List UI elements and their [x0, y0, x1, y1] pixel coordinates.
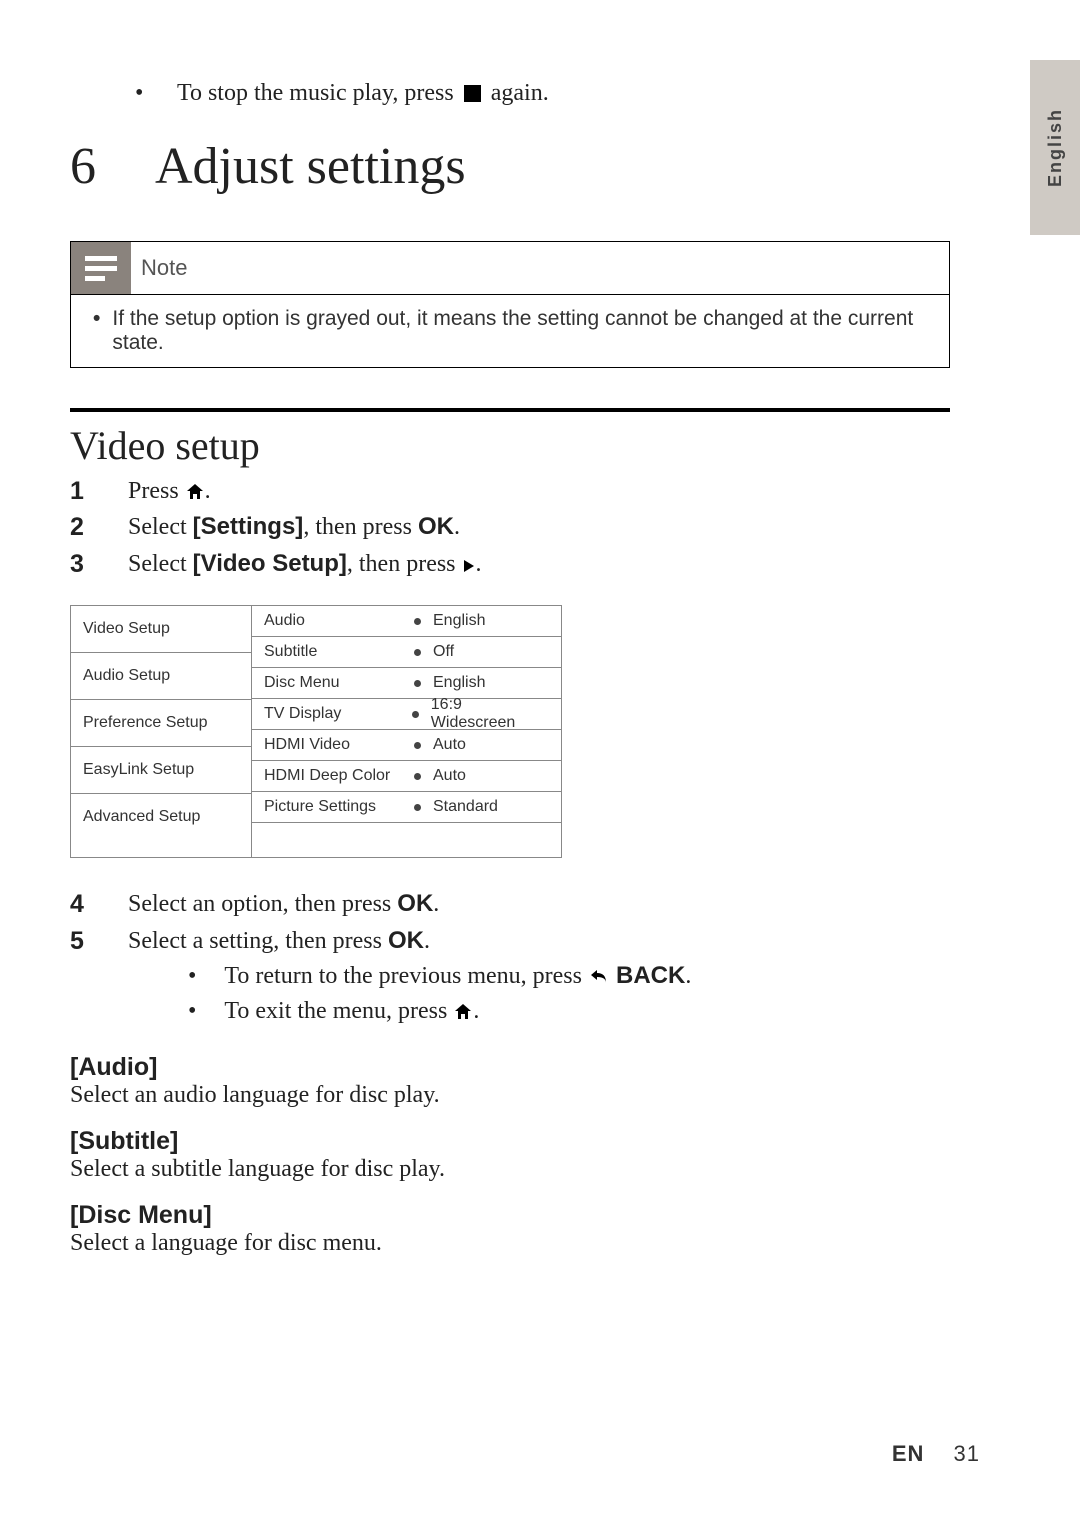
dot-icon — [414, 680, 421, 687]
step-1: Press . — [70, 475, 950, 507]
intro-text-after: again. — [491, 80, 549, 106]
section-heading: Video setup — [70, 422, 950, 469]
sub-bullet: •To return to the previous menu, press B… — [188, 960, 950, 992]
language-tab: English — [1030, 60, 1080, 235]
note-header: Note — [71, 242, 949, 295]
language-tab-label: English — [1045, 108, 1066, 187]
steps-list: Press . Select [Settings], then press OK… — [70, 475, 950, 580]
footer-page-number: 31 — [954, 1441, 980, 1466]
settings-menu: Video Setup Audio Setup Preference Setup… — [70, 605, 562, 858]
step-4: Select an option, then press OK. — [70, 888, 950, 920]
option-title: [Audio] — [70, 1053, 950, 1082]
dot-icon — [414, 618, 421, 625]
option-title: [Subtitle] — [70, 1127, 950, 1156]
option-desc: Select a subtitle language for disc play… — [70, 1156, 950, 1183]
horizontal-rule — [70, 408, 950, 412]
option-audio: [Audio] Select an audio language for dis… — [70, 1053, 950, 1109]
menu-row: Disc MenuEnglish — [252, 668, 561, 699]
note-body: • If the setup option is grayed out, it … — [71, 295, 949, 355]
option-desc: Select a language for disc menu. — [70, 1230, 950, 1257]
chapter-heading: 6Adjust settings — [70, 137, 950, 196]
note-text: If the setup option is grayed out, it me… — [112, 307, 941, 355]
note-title: Note — [141, 255, 187, 281]
menu-left-item: Advanced Setup — [71, 794, 251, 840]
menu-row: AudioEnglish — [252, 606, 561, 637]
steps-list-continued: Select an option, then press OK. Select … — [70, 888, 950, 1028]
chapter-title: Adjust settings — [155, 138, 466, 195]
dot-icon — [414, 742, 421, 749]
menu-left-item: Video Setup — [71, 606, 251, 653]
dot-icon — [412, 711, 419, 718]
menu-row: HDMI VideoAuto — [252, 730, 561, 761]
dot-icon — [414, 804, 421, 811]
bullet-icon: • — [188, 963, 196, 989]
sub-bullet: •To exit the menu, press . — [188, 995, 950, 1027]
menu-row-empty — [252, 823, 561, 857]
menu-left: Video Setup Audio Setup Preference Setup… — [71, 606, 252, 857]
page: English • To stop the music play, press … — [0, 0, 1080, 1522]
chapter-number: 6 — [70, 137, 155, 196]
back-icon — [588, 963, 610, 989]
page-footer: EN 31 — [892, 1441, 980, 1467]
menu-right: AudioEnglish SubtitleOff Disc MenuEnglis… — [252, 606, 561, 857]
menu-left-item: Audio Setup — [71, 653, 251, 700]
home-icon — [453, 998, 473, 1024]
intro-bullet: • To stop the music play, press again. — [135, 80, 950, 107]
stop-icon — [464, 85, 481, 102]
step-5-sub-bullets: •To return to the previous menu, press B… — [188, 960, 950, 1028]
bullet-icon: • — [188, 998, 196, 1024]
option-desc: Select an audio language for disc play. — [70, 1082, 950, 1109]
menu-left-item: EasyLink Setup — [71, 747, 251, 794]
bullet-icon: • — [135, 80, 143, 106]
step-2: Select [Settings], then press OK. — [70, 511, 950, 543]
menu-row: Picture SettingsStandard — [252, 792, 561, 823]
bullet-icon: • — [93, 307, 100, 355]
content: • To stop the music play, press again. 6… — [70, 80, 1010, 1257]
footer-lang: EN — [892, 1441, 925, 1466]
menu-row: TV Display16:9 Widescreen — [252, 699, 561, 730]
menu-row: HDMI Deep ColorAuto — [252, 761, 561, 792]
note-box: Note • If the setup option is grayed out… — [70, 241, 950, 368]
option-title: [Disc Menu] — [70, 1201, 950, 1230]
option-disc-menu: [Disc Menu] Select a language for disc m… — [70, 1201, 950, 1257]
dot-icon — [414, 649, 421, 656]
dot-icon — [414, 773, 421, 780]
note-icon — [71, 242, 131, 294]
play-icon — [462, 551, 476, 577]
home-icon — [185, 478, 205, 504]
menu-left-item: Preference Setup — [71, 700, 251, 747]
menu-row: SubtitleOff — [252, 637, 561, 668]
intro-text-before: To stop the music play, press — [177, 80, 454, 106]
step-5: Select a setting, then press OK. •To ret… — [70, 925, 950, 1028]
step-3: Select [Video Setup], then press . — [70, 548, 950, 580]
option-subtitle: [Subtitle] Select a subtitle language fo… — [70, 1127, 950, 1183]
